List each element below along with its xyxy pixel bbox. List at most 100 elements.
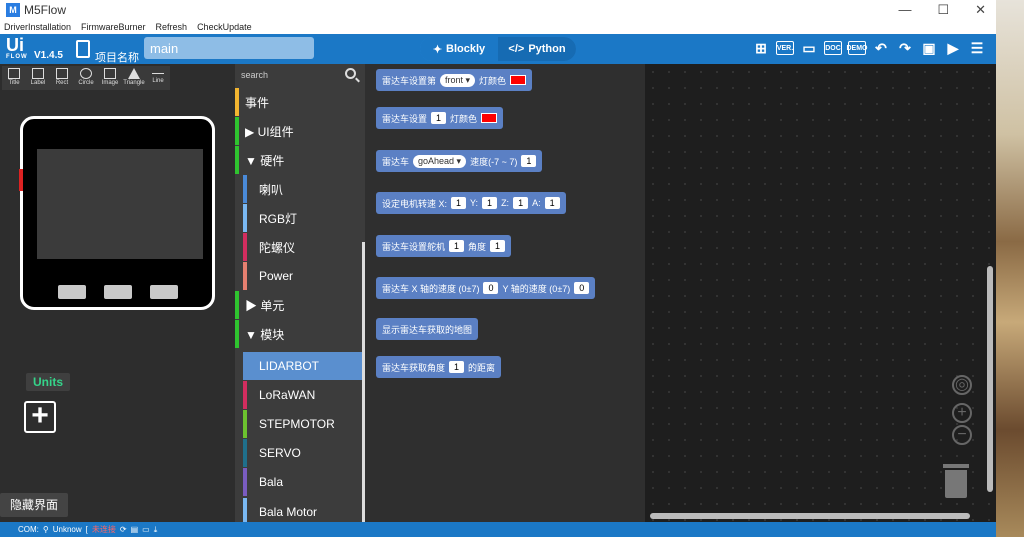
status-bar: COM: ⚲ Unknow [ 未连接 ⟳ ▤ ▭ ⤓ bbox=[0, 522, 996, 537]
category-gyro[interactable]: 陀螺仪 bbox=[243, 233, 363, 261]
trash-icon[interactable] bbox=[943, 464, 969, 498]
x-field[interactable]: 1 bbox=[451, 197, 467, 209]
label-icon bbox=[32, 68, 44, 79]
block-show-map[interactable]: 显示雷达车获取的地图 bbox=[376, 318, 479, 340]
direction-dropdown[interactable]: goAhead ▾ bbox=[413, 154, 467, 168]
category-modules[interactable]: ▼ 模块 bbox=[235, 320, 363, 348]
angle-field[interactable]: 1 bbox=[449, 361, 465, 373]
recenter-icon[interactable]: ◎ bbox=[952, 375, 972, 395]
refresh-icon[interactable]: ⟳ bbox=[120, 525, 127, 534]
device-side-indicator bbox=[19, 169, 23, 191]
circle-icon bbox=[80, 68, 92, 79]
light-index-field[interactable]: 1 bbox=[431, 112, 447, 124]
line-icon bbox=[152, 73, 164, 74]
category-power[interactable]: Power bbox=[243, 262, 363, 290]
color-swatch[interactable] bbox=[510, 75, 527, 85]
tool-label[interactable]: Label bbox=[26, 66, 50, 90]
puzzle-icon: ✦ bbox=[432, 43, 443, 56]
rect-icon bbox=[56, 68, 68, 79]
category-stepmotor[interactable]: STEPMOTOR bbox=[243, 410, 363, 438]
block-set-motor-speed[interactable]: 设定电机转速 X: 1 Y: 1 Z: 1 A: 1 bbox=[376, 192, 566, 214]
tool-circle[interactable]: Circle bbox=[74, 66, 98, 90]
x-speed-field[interactable]: 0 bbox=[483, 282, 499, 294]
download-icon[interactable]: ⤓ bbox=[154, 525, 158, 535]
category-events[interactable]: 事件 bbox=[235, 88, 363, 116]
category-speaker[interactable]: 喇叭 bbox=[243, 175, 363, 203]
workspace-horizontal-scrollbar[interactable] bbox=[650, 513, 970, 519]
top-toolbar: Ui FLOW V1.4.5 项目名称 ✦ Blockly </> Python… bbox=[0, 34, 996, 64]
block-set-light-color-index[interactable]: 雷达车设置 1 灯颜色 bbox=[376, 107, 504, 129]
block-set-light-color-position[interactable]: 雷达车设置第 front ▾ 灯颜色 bbox=[376, 69, 533, 91]
category-lidarbot[interactable]: LIDARBOT bbox=[243, 352, 363, 380]
device-screen[interactable] bbox=[37, 149, 203, 259]
block-category-panel: search 事件 ▶ UI组件 ▼ 硬件 喇叭 RGB灯 陀螺仪 Power … bbox=[235, 64, 365, 526]
servo-field[interactable]: 1 bbox=[449, 240, 465, 252]
block-get-distance[interactable]: 雷达车获取角度 1 的距离 bbox=[376, 356, 502, 378]
search-input[interactable]: search bbox=[241, 70, 268, 80]
demo-icon[interactable]: DEMO bbox=[847, 41, 868, 55]
new-file-icon[interactable]: ⊞ bbox=[752, 38, 770, 58]
workspace-vertical-scrollbar[interactable] bbox=[987, 266, 993, 492]
minimize-button[interactable]: — bbox=[898, 2, 911, 18]
a-field[interactable]: 1 bbox=[544, 197, 560, 209]
block-xy-speed[interactable]: 雷达车 X 轴的速度 (0±7) 0 Y 轴的速度 (0±7) 0 bbox=[376, 277, 596, 299]
app-window: M M5Flow — ☐ ✕ DriverInstallation Firmwa… bbox=[0, 0, 996, 537]
comment-icon[interactable]: ▭ bbox=[800, 38, 818, 58]
category-units[interactable]: ▶ 单元 bbox=[235, 291, 363, 319]
tool-rect[interactable]: Rect bbox=[50, 66, 74, 90]
block-flyout: 雷达车设置第 front ▾ 灯颜色 雷达车设置 1 灯颜色 雷达车 goAhe… bbox=[365, 64, 645, 522]
y-speed-field[interactable]: 0 bbox=[574, 282, 590, 294]
open-folder-icon[interactable]: ▭ bbox=[142, 525, 150, 534]
title-icon bbox=[8, 68, 20, 79]
angle-field[interactable]: 1 bbox=[490, 240, 506, 252]
category-lorawan[interactable]: LoRaWAN bbox=[243, 381, 363, 409]
zoom-out-icon[interactable]: − bbox=[952, 425, 972, 445]
block-set-servo[interactable]: 雷达车设置舵机 1 角度 1 bbox=[376, 235, 512, 257]
close-button[interactable]: ✕ bbox=[975, 2, 986, 18]
doc-icon[interactable]: DOC bbox=[824, 41, 842, 55]
tool-triangle[interactable]: Triangle bbox=[122, 66, 146, 90]
block-move-speed[interactable]: 雷达车 goAhead ▾ 速度(-7 ~ 7) 1 bbox=[376, 150, 543, 172]
hide-ui-button[interactable]: 隐藏界面 bbox=[0, 493, 68, 517]
menu-refresh[interactable]: Refresh bbox=[156, 22, 188, 32]
window-title: M5Flow bbox=[24, 3, 67, 17]
z-field[interactable]: 1 bbox=[513, 197, 529, 209]
tool-title[interactable]: Title bbox=[2, 66, 26, 90]
device-button-c bbox=[150, 285, 178, 299]
menu-check-update[interactable]: CheckUpdate bbox=[197, 22, 252, 32]
project-name-input[interactable] bbox=[144, 37, 314, 59]
status-bracket: [ bbox=[85, 525, 88, 534]
tool-line[interactable]: Line bbox=[146, 66, 170, 90]
color-swatch[interactable] bbox=[481, 113, 498, 123]
run-icon[interactable]: ▶ bbox=[944, 38, 962, 58]
zoom-in-icon[interactable]: + bbox=[952, 403, 972, 423]
category-bala[interactable]: Bala bbox=[243, 468, 363, 496]
menu-firmware-burner[interactable]: FirmwareBurner bbox=[81, 22, 146, 32]
menu-driver-installation[interactable]: DriverInstallation bbox=[4, 22, 71, 32]
category-servo[interactable]: SERVO bbox=[243, 439, 363, 467]
undo-icon[interactable]: ↶ bbox=[872, 38, 890, 58]
port-value: Unknow bbox=[52, 525, 82, 534]
category-hardware[interactable]: ▼ 硬件 bbox=[235, 146, 363, 174]
blockly-workspace[interactable] bbox=[645, 64, 996, 522]
save-icon[interactable]: ▤ bbox=[131, 525, 139, 534]
category-rgb[interactable]: RGB灯 bbox=[243, 204, 363, 232]
add-unit-button[interactable]: + bbox=[24, 401, 56, 433]
position-dropdown[interactable]: front ▾ bbox=[440, 73, 476, 87]
download-icon[interactable]: ▣ bbox=[920, 38, 938, 58]
python-mode-button[interactable]: </> Python bbox=[498, 37, 576, 61]
y-field[interactable]: 1 bbox=[482, 197, 498, 209]
category-ui-components[interactable]: ▶ UI组件 bbox=[235, 117, 363, 145]
menu-bar: DriverInstallation FirmwareBurner Refres… bbox=[0, 20, 996, 34]
speed-field[interactable]: 1 bbox=[521, 155, 537, 167]
triangle-icon bbox=[128, 68, 140, 79]
blockly-mode-button[interactable]: ✦ Blockly bbox=[420, 37, 498, 61]
project-file-icon bbox=[76, 40, 90, 58]
tool-image[interactable]: Image bbox=[98, 66, 122, 90]
maximize-button[interactable]: ☐ bbox=[937, 2, 949, 18]
menu-icon[interactable]: ☰ bbox=[968, 38, 986, 58]
toolbar-actions: ⊞ VER. ▭ DOC DEMO ↶ ↷ ▣ ▶ ☰ bbox=[752, 38, 986, 58]
search-icon[interactable] bbox=[345, 68, 356, 79]
version-icon[interactable]: VER. bbox=[776, 41, 794, 55]
redo-icon[interactable]: ↷ bbox=[896, 38, 914, 58]
